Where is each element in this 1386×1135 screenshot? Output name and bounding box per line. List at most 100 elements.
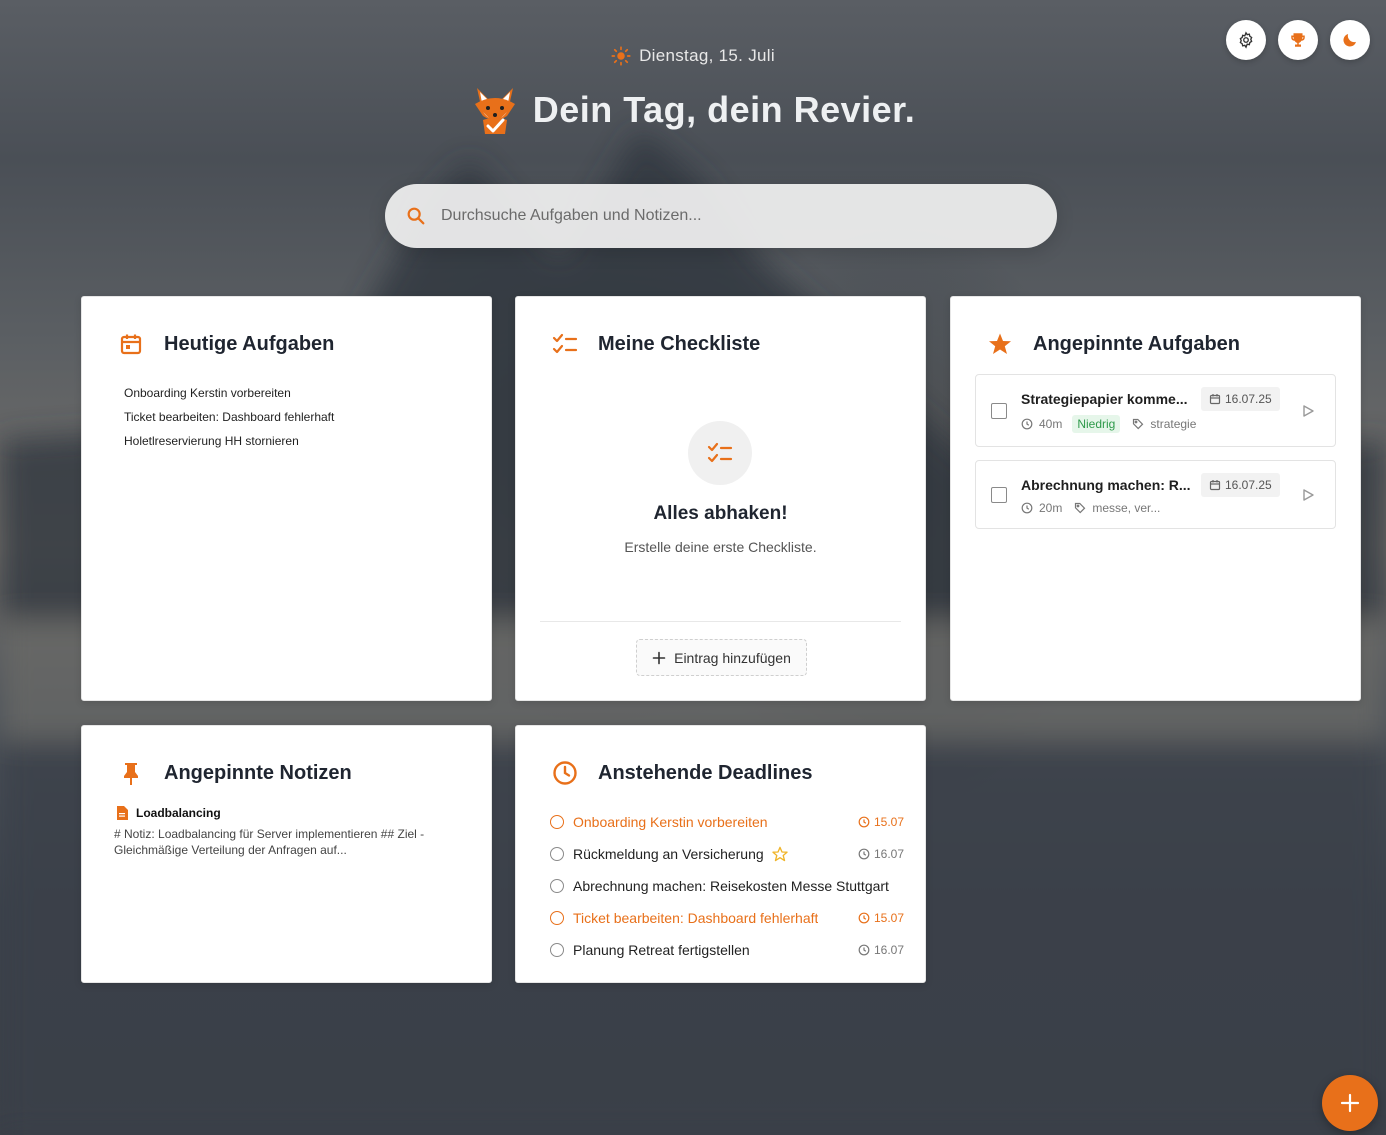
deadlines-header: Anstehende Deadlines bbox=[552, 760, 813, 786]
task-date: 16.07.25 bbox=[1225, 392, 1272, 406]
task-date-badge: 16.07.25 bbox=[1201, 387, 1280, 411]
task-date: 16.07.25 bbox=[1225, 478, 1272, 492]
today-tasks-title: Heutige Aufgaben bbox=[164, 332, 335, 355]
task-duration: 40m bbox=[1039, 417, 1063, 431]
search-input[interactable] bbox=[441, 207, 1001, 225]
gear-icon bbox=[1239, 31, 1253, 49]
plus-icon bbox=[652, 651, 666, 664]
search-bar bbox=[385, 184, 1057, 248]
today-task-list: Onboarding Kerstin vorbereiten Ticket be… bbox=[124, 385, 334, 457]
trophy-icon bbox=[1291, 33, 1305, 47]
complete-checkbox[interactable] bbox=[550, 847, 564, 861]
checklist-card: Meine Checkliste Alles abhaken! Erstelle… bbox=[515, 296, 926, 701]
date-text: Dienstag, 15. Juli bbox=[639, 46, 775, 65]
pin-icon bbox=[124, 763, 138, 785]
deadline-date-text: 16.07 bbox=[873, 943, 904, 957]
clock-icon bbox=[1021, 502, 1033, 514]
play-icon[interactable] bbox=[1301, 488, 1315, 502]
deadline-item[interactable]: Onboarding Kerstin vorbereiten 15.07 bbox=[550, 806, 904, 838]
task-tags: strategie bbox=[1150, 417, 1197, 431]
empty-state-subtitle: Erstelle deine erste Checkliste. bbox=[624, 539, 817, 555]
calendar-icon bbox=[120, 334, 142, 355]
today-task-item[interactable]: Holetlreservierung HH stornieren bbox=[124, 433, 334, 457]
pinned-task-item[interactable]: Abrechnung machen: R... 16.07.25 20m mes… bbox=[975, 460, 1336, 529]
deadline-text: Onboarding Kerstin vorbereiten bbox=[573, 814, 768, 830]
pinned-task-item[interactable]: Strategiepapier komme... 16.07.25 40m Ni… bbox=[975, 374, 1336, 447]
note-preview[interactable]: # Notiz: Loadbalancing für Server implem… bbox=[114, 826, 459, 858]
checklist-icon bbox=[552, 333, 578, 354]
deadline-date: 15.07 bbox=[858, 815, 904, 829]
task-meta: 20m messe, ver... bbox=[1021, 501, 1160, 515]
note-item-header[interactable]: Loadbalancing bbox=[116, 806, 221, 820]
task-checkbox[interactable] bbox=[991, 487, 1007, 503]
checklist-header: Meine Checkliste bbox=[552, 331, 760, 357]
deadline-date-text: 16.07 bbox=[873, 847, 904, 861]
deadline-date: 16.07 bbox=[858, 847, 904, 861]
moon-icon bbox=[1343, 34, 1356, 47]
complete-checkbox[interactable] bbox=[550, 911, 564, 925]
calendar-icon bbox=[1209, 394, 1221, 405]
clock-icon bbox=[553, 761, 577, 785]
deadline-date-text: 15.07 bbox=[873, 911, 904, 925]
search-icon bbox=[407, 207, 425, 225]
clock-icon bbox=[1021, 418, 1033, 430]
task-date-badge: 16.07.25 bbox=[1201, 473, 1280, 497]
sun-icon bbox=[611, 46, 631, 66]
checklist-title: Meine Checkliste bbox=[598, 332, 761, 355]
pinned-tasks-title: Angepinnte Aufgaben bbox=[1033, 332, 1241, 355]
deadline-text: Rückmeldung an Versicherung bbox=[573, 846, 764, 862]
deadline-text: Ticket bearbeiten: Dashboard fehlerhaft bbox=[573, 910, 819, 926]
deadline-text: Planung Retreat fertigstellen bbox=[573, 942, 750, 958]
today-task-item[interactable]: Onboarding Kerstin vorbereiten bbox=[124, 385, 334, 409]
today-tasks-card: Heutige Aufgaben Onboarding Kerstin vorb… bbox=[81, 296, 492, 701]
clock-icon bbox=[858, 816, 870, 828]
pinned-notes-title: Angepinnte Notizen bbox=[164, 761, 352, 784]
date-header: Dienstag, 15. Juli bbox=[0, 46, 1386, 66]
tag-icon bbox=[1133, 418, 1144, 430]
note-title: Loadbalancing bbox=[136, 806, 221, 820]
deadline-text: Abrechnung machen: Reisekosten Messe Stu… bbox=[573, 878, 889, 894]
top-toolbar bbox=[1226, 20, 1370, 60]
clock-icon bbox=[858, 944, 870, 956]
add-entry-label: Eintrag hinzufügen bbox=[674, 649, 791, 666]
deadlines-card: Anstehende Deadlines Onboarding Kerstin … bbox=[515, 725, 926, 983]
document-icon bbox=[117, 806, 128, 820]
complete-checkbox[interactable] bbox=[550, 815, 564, 829]
pinned-notes-card: Angepinnte Notizen Loadbalancing # Notiz… bbox=[81, 725, 492, 983]
plus-icon bbox=[1340, 1093, 1360, 1113]
deadline-item[interactable]: Abrechnung machen: Reisekosten Messe Stu… bbox=[550, 870, 904, 902]
deadline-item[interactable]: Ticket bearbeiten: Dashboard fehlerhaft … bbox=[550, 902, 904, 934]
tag-icon bbox=[1075, 502, 1086, 514]
title-text: Dein Tag, dein Revier. bbox=[532, 89, 916, 130]
task-title: Abrechnung machen: R... bbox=[1021, 477, 1191, 493]
clock-icon bbox=[858, 848, 870, 860]
deadline-item[interactable]: Rückmeldung an Versicherung 16.07 bbox=[550, 838, 904, 870]
pinned-notes-header: Angepinnte Notizen bbox=[118, 760, 352, 786]
deadline-date: 16.07 bbox=[858, 943, 904, 957]
checklist-icon bbox=[707, 442, 733, 463]
deadline-date: 15.07 bbox=[858, 911, 904, 925]
settings-button[interactable] bbox=[1226, 20, 1266, 60]
play-icon[interactable] bbox=[1301, 404, 1315, 418]
achievements-button[interactable] bbox=[1278, 20, 1318, 60]
today-task-item[interactable]: Ticket bearbeiten: Dashboard fehlerhaft bbox=[124, 409, 334, 433]
star-icon bbox=[989, 333, 1011, 354]
pinned-tasks-header: Angepinnte Aufgaben bbox=[987, 331, 1240, 357]
calendar-icon bbox=[1209, 480, 1221, 491]
complete-checkbox[interactable] bbox=[550, 879, 564, 893]
add-entry-button[interactable]: Eintrag hinzufügen bbox=[636, 639, 807, 676]
task-checkbox[interactable] bbox=[991, 403, 1007, 419]
task-duration: 20m bbox=[1039, 501, 1063, 515]
complete-checkbox[interactable] bbox=[550, 943, 564, 957]
today-tasks-header: Heutige Aufgaben bbox=[118, 331, 334, 357]
empty-state-title: Alles abhaken! bbox=[653, 503, 788, 524]
priority-badge: Niedrig bbox=[1072, 415, 1121, 433]
page-title: Dein Tag, dein Revier. bbox=[0, 84, 1386, 136]
clock-icon bbox=[858, 912, 870, 924]
star-outline-icon bbox=[772, 846, 788, 862]
deadline-item[interactable]: Planung Retreat fertigstellen 16.07 bbox=[550, 934, 904, 966]
deadline-list: Onboarding Kerstin vorbereiten 15.07 Rüc… bbox=[550, 806, 904, 966]
theme-toggle-button[interactable] bbox=[1330, 20, 1370, 60]
add-fab-button[interactable] bbox=[1322, 1075, 1378, 1131]
task-meta: 40m Niedrig strategie bbox=[1021, 415, 1196, 433]
